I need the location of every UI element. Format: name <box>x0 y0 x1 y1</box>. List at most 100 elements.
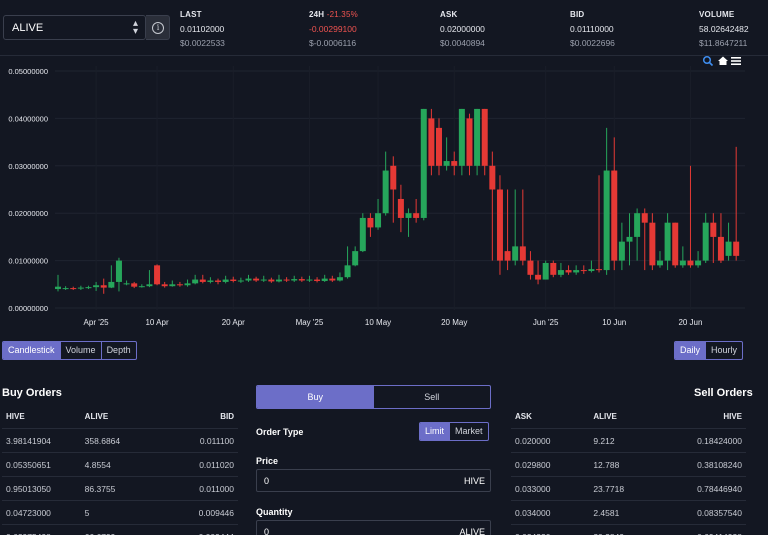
candle <box>344 246 351 279</box>
candle <box>321 274 328 282</box>
tab-hourly[interactable]: Hourly <box>705 342 742 359</box>
tab-candlestick[interactable]: Candlestick <box>3 342 60 359</box>
candle <box>382 151 389 216</box>
table-row[interactable]: 0.034220 20.2849 0.69414928 <box>511 525 746 535</box>
chart-toolbar <box>702 55 741 67</box>
market-header: ALIVE ▴ ▾ i LAST 0.01102000 $0.0022533 24… <box>0 0 768 56</box>
candle <box>496 175 503 275</box>
menu-icon[interactable] <box>731 57 741 65</box>
stat-last: LAST 0.01102000 $0.0022533 <box>180 10 225 48</box>
cell-ask: 0.034220 <box>511 525 589 535</box>
cell-alive: 20.2849 <box>589 525 667 535</box>
candle <box>306 275 313 282</box>
tab-volume[interactable]: Volume <box>59 342 101 359</box>
candle <box>656 251 663 268</box>
market-option[interactable]: Market <box>449 423 488 440</box>
stat-volume-label: VOLUME <box>699 10 735 19</box>
candle <box>207 277 214 284</box>
candle <box>329 275 336 282</box>
candle <box>283 277 290 282</box>
candle <box>527 251 534 280</box>
candles <box>55 108 740 294</box>
table-header: HIVE ALIVE BID <box>2 404 238 429</box>
candle <box>626 213 633 266</box>
candle <box>298 276 305 282</box>
candle <box>375 198 382 230</box>
buy-tab[interactable]: Buy <box>257 386 374 408</box>
col-alive: ALIVE <box>593 412 617 421</box>
table-row[interactable]: 0.04723000 5 0.009446 <box>2 501 238 525</box>
tab-daily[interactable]: Daily <box>675 342 706 359</box>
candle <box>359 213 366 253</box>
table-row[interactable]: 3.98141904 358.6864 0.011100 <box>2 429 238 453</box>
cell-hive: 3.98141904 <box>6 436 51 446</box>
table-row[interactable]: 0.05350651 4.8554 0.011020 <box>2 453 238 477</box>
cell-bid: 0.011100 <box>199 436 235 446</box>
col-hive: HIVE <box>6 412 25 421</box>
table-row[interactable]: 0.029800 12.788 0.38108240 <box>511 453 746 477</box>
stat-bid: BID 0.01110000 $0.0022696 <box>570 10 615 48</box>
candle <box>222 275 229 284</box>
candle <box>519 189 526 266</box>
candle <box>176 281 183 287</box>
col-bid: BID <box>220 412 235 421</box>
candle <box>710 213 717 263</box>
order-type-toggle: Limit Market <box>419 422 489 441</box>
candle <box>565 265 572 275</box>
cell-alive: 66.6799 <box>81 525 160 535</box>
price-input[interactable]: 0 HIVE <box>256 469 491 492</box>
cell-alive: 4.8554 <box>84 460 111 470</box>
candle <box>580 265 587 274</box>
table-row[interactable]: 0.020000 9.212 0.18424000 <box>511 429 746 453</box>
table-row[interactable]: 0.034000 2.4581 0.08357540 <box>511 501 746 525</box>
x-tick-label: 20 May <box>441 318 467 327</box>
table-row[interactable]: 0.033000 23.7718 0.78446940 <box>511 477 746 501</box>
zoom-icon[interactable] <box>702 55 714 67</box>
cell-alive: 23.7718 <box>593 484 625 494</box>
candle <box>443 137 450 171</box>
cell-bid: 0.011000 <box>199 484 235 494</box>
price-chart[interactable]: 0.00000000 0.01000000 0.02000000 0.03000000… <box>0 56 768 336</box>
candle <box>138 284 145 288</box>
table-row[interactable]: 0.62975498 66.6799 0.009444 <box>2 525 238 535</box>
cell-ask: 0.029800 <box>515 460 551 470</box>
stat-24h-heading: 24H -21.35% <box>309 10 358 19</box>
quantity-input-value: 0 <box>264 527 270 535</box>
price-unit: HIVE <box>463 476 485 486</box>
candle <box>542 260 549 280</box>
x-tick-label: May '25 <box>296 318 324 327</box>
cell-bid: 0.009446 <box>198 508 235 518</box>
y-tick-label: 0.04000000 <box>8 114 48 123</box>
x-tick-label: Apr '25 <box>84 318 110 327</box>
sell-tab[interactable]: Sell <box>374 386 491 408</box>
candle <box>100 278 107 294</box>
candle <box>596 175 603 273</box>
col-ask: ASK <box>515 412 532 421</box>
tab-depth[interactable]: Depth <box>100 342 136 359</box>
candle <box>664 213 671 271</box>
limit-option[interactable]: Limit <box>420 423 450 440</box>
quantity-input[interactable]: 0 ALIVE <box>256 520 491 535</box>
x-tick-label: 10 Jun <box>602 318 626 327</box>
candle <box>725 222 732 261</box>
table-row[interactable]: 0.95013050 86.3755 0.011000 <box>2 477 238 501</box>
home-icon[interactable] <box>718 56 728 66</box>
cell-hive: 0.95013050 <box>6 484 51 494</box>
candle <box>108 265 115 289</box>
y-tick-label: 0.02000000 <box>8 209 48 218</box>
select-arrows-icon: ▴ ▾ <box>132 18 138 37</box>
x-tick-label: 10 May <box>365 318 391 327</box>
candle <box>161 281 168 288</box>
chart-type-tabs: Candlestick Volume Depth <box>2 341 137 360</box>
cell-ask: 0.034000 <box>515 508 551 518</box>
candle <box>550 260 557 278</box>
candle <box>77 285 84 290</box>
candle <box>618 222 625 271</box>
token-info-button[interactable]: i <box>146 15 170 40</box>
candle <box>93 281 100 291</box>
token-select[interactable]: ALIVE ▴ ▾ <box>3 15 146 40</box>
candle <box>489 151 496 261</box>
y-tick-label: 0.01000000 <box>8 257 48 266</box>
cell-alive: 2.4581 <box>593 508 620 518</box>
col-hive: HIVE <box>723 412 742 421</box>
